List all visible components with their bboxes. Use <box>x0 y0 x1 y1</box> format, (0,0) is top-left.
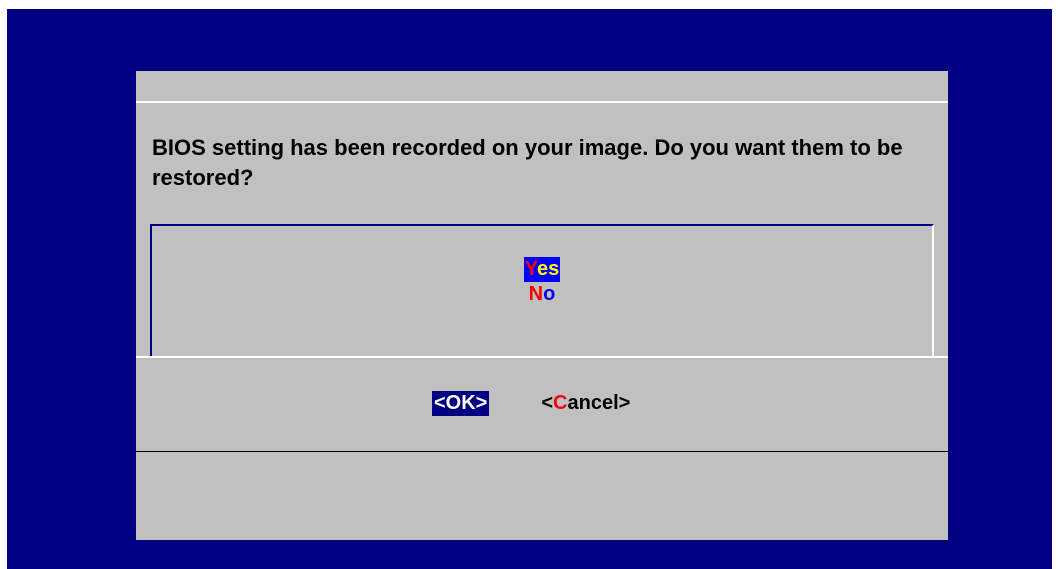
cancel-hotkey: C <box>553 392 568 414</box>
option-yes[interactable]: Yes <box>523 257 561 282</box>
option-row-no: No <box>152 282 932 307</box>
button-row: <OK> <Cancel> <box>136 356 948 453</box>
dialog-title-bar <box>136 71 948 103</box>
restore-bios-dialog: BIOS setting has been recorded on your i… <box>136 71 948 540</box>
option-no-hotkey: N <box>528 283 544 305</box>
dialog-message: BIOS setting has been recorded on your i… <box>152 135 903 190</box>
option-yes-label: es <box>537 258 560 280</box>
option-row-yes: Yes <box>152 257 932 282</box>
options-list: Yes No <box>150 224 934 356</box>
option-yes-hotkey: Y <box>524 258 537 280</box>
cancel-label: ancel> <box>567 392 631 414</box>
cancel-prefix: < <box>541 392 554 414</box>
option-no-label: o <box>543 283 556 305</box>
screen-background: BIOS setting has been recorded on your i… <box>7 9 1052 569</box>
status-area <box>136 452 948 540</box>
cancel-button[interactable]: <Cancel> <box>539 391 632 416</box>
ok-button[interactable]: <OK> <box>432 391 490 416</box>
option-no[interactable]: No <box>528 282 557 307</box>
